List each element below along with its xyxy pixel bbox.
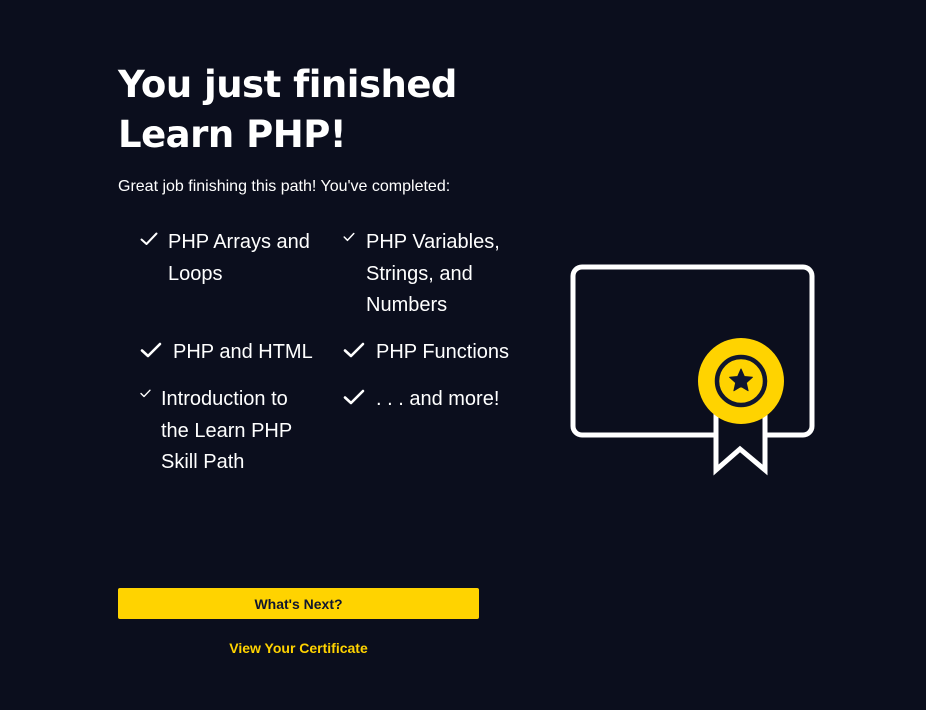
checkmark-icon [343,342,365,358]
certificate-award-icon [570,264,815,476]
course-item: Introduction to the Learn PHP Skill Path [140,384,320,479]
course-label: . . . and more! [376,388,500,410]
checkmark-icon [140,389,151,398]
course-label: Introduction to the Learn PHP Skill Path [161,388,292,473]
checkmark-icon [343,232,355,242]
headline-line-2: Learn PHP! [118,113,347,156]
whats-next-button[interactable]: What's Next? [118,588,479,619]
course-label: PHP Arrays and Loops [168,231,310,285]
headline-line-1: You just finished [118,63,457,106]
completion-headline: You just finished Learn PHP! [118,60,538,160]
course-item: PHP Functions [343,337,533,369]
course-label: PHP Functions [376,341,510,363]
completion-subtitle: Great job finishing this path! You've co… [118,178,451,195]
course-item: PHP Variables, Strings, and Numbers [343,227,523,322]
course-label: PHP and HTML [173,341,313,363]
checkmark-icon [140,232,158,245]
course-item: PHP Arrays and Loops [140,227,320,290]
checkmark-icon [343,389,365,405]
course-label: PHP Variables, Strings, and Numbers [366,231,500,316]
view-certificate-link[interactable]: View Your Certificate [118,638,479,658]
course-item: . . . and more! [343,384,533,416]
course-item: PHP and HTML [140,337,330,369]
checkmark-icon [140,342,162,358]
